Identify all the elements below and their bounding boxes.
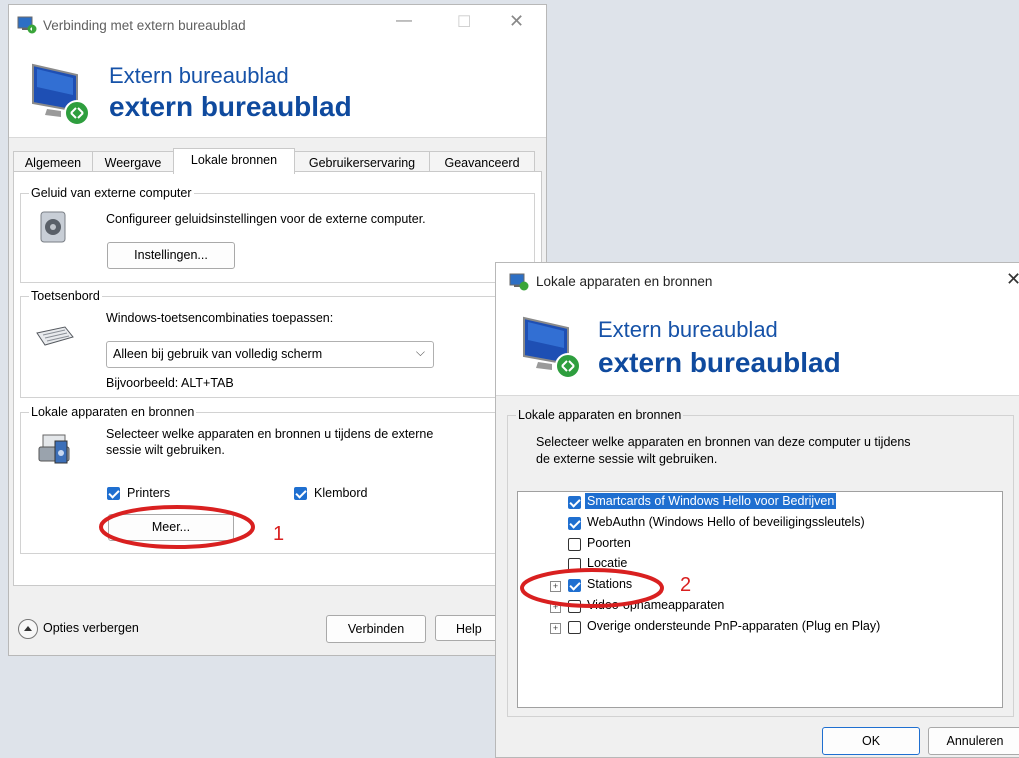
- banner-title: Extern bureaublad: [109, 63, 289, 88]
- chevron-up-icon[interactable]: [18, 619, 38, 639]
- audio-group-label: Geluid van externe computer: [29, 186, 194, 200]
- close-button[interactable]: ✕: [509, 11, 524, 32]
- speaker-icon: [37, 210, 71, 249]
- dialog-description-1: Selecteer welke apparaten en bronnen van…: [536, 435, 911, 449]
- tree-item-webauthn[interactable]: WebAuthn (Windows Hello of beveiligingss…: [587, 515, 865, 529]
- annotation-number-1: 1: [273, 523, 285, 545]
- connect-button[interactable]: Verbinden: [326, 615, 426, 643]
- chevron-down-icon: ⌵: [415, 345, 425, 359]
- keyboard-example: Bijvoorbeeld: ALT+TAB: [106, 376, 234, 390]
- banner-subtitle: extern bureaublad: [109, 91, 352, 122]
- dialog-description-2: de externe sessie wilt gebruiken.: [536, 452, 718, 466]
- local-devices-dialog: Lokale apparaten en bronnen ✕ Extern bur…: [495, 262, 1019, 758]
- dialog-title: Lokale apparaten en bronnen: [536, 274, 713, 289]
- maximize-button[interactable]: ☐: [457, 12, 471, 32]
- tree-item-smartcards[interactable]: Smartcards of Windows Hello voor Bedrijv…: [585, 493, 837, 509]
- rdp-app-icon: [509, 273, 529, 294]
- tree-checkbox-pnp[interactable]: [568, 621, 581, 634]
- dialog-banner: Extern bureaublad extern bureaublad: [496, 300, 1019, 396]
- monitor-icon: [27, 57, 97, 130]
- annotation-number-2: 2: [680, 574, 692, 596]
- keyboard-combo-dropdown[interactable]: Alleen bij gebruik van volledig scherm ⌵: [106, 341, 434, 368]
- cancel-button[interactable]: Annuleren: [928, 727, 1019, 755]
- title-bar: Verbinding met extern bureaublad — ☐ ✕: [9, 5, 546, 45]
- audio-settings-button[interactable]: Instellingen...: [107, 242, 235, 269]
- rdp-main-window: Verbinding met extern bureaublad — ☐ ✕ E…: [8, 4, 547, 656]
- tree-item-poorten[interactable]: Poorten: [587, 536, 631, 550]
- local-devices-description-1: Selecteer welke apparaten en bronnen u t…: [106, 427, 434, 441]
- tree-checkbox-smartcards[interactable]: [568, 496, 581, 509]
- keyboard-icon: [35, 325, 75, 350]
- tab-lokale-bronnen[interactable]: Lokale bronnen: [173, 148, 295, 174]
- dialog-group-label: Lokale apparaten en bronnen: [516, 408, 684, 422]
- expand-pnp-icon[interactable]: +: [550, 623, 561, 634]
- monitor-icon: [518, 310, 588, 385]
- devices-icon: [35, 431, 75, 470]
- audio-group: Geluid van externe computer Configureer …: [20, 186, 535, 283]
- tree-item-pnp[interactable]: Overige ondersteunde PnP-apparaten (Plug…: [587, 619, 880, 633]
- dropdown-value: Alleen bij gebruik van volledig scherm: [113, 347, 323, 361]
- printers-label: Printers: [127, 486, 171, 500]
- tree-checkbox-poorten[interactable]: [568, 538, 581, 551]
- keyboard-description: Windows-toetsencombinaties toepassen:: [106, 311, 334, 325]
- annotation-ellipse-1: [99, 505, 255, 549]
- clipboard-label: Klembord: [314, 486, 368, 500]
- keyboard-group: Toetsenbord Windows-toetsencombinaties t…: [20, 289, 535, 398]
- keyboard-group-label: Toetsenbord: [29, 289, 102, 303]
- local-devices-group-label: Lokale apparaten en bronnen: [29, 405, 197, 419]
- minimize-button[interactable]: —: [396, 12, 412, 30]
- dialog-banner-title: Extern bureaublad: [598, 317, 778, 342]
- printers-checkbox[interactable]: [107, 487, 120, 500]
- rdp-app-icon: [17, 16, 37, 37]
- dialog-banner-subtitle: extern bureaublad: [598, 347, 841, 378]
- audio-description: Configureer geluidsinstellingen voor de …: [106, 212, 426, 226]
- banner: Extern bureaublad extern bureaublad: [9, 45, 546, 138]
- options-toggle[interactable]: Opties verbergen: [43, 621, 139, 635]
- local-devices-description-2: sessie wilt gebruiken.: [106, 443, 225, 457]
- dialog-close-button[interactable]: ✕: [1006, 269, 1019, 290]
- dialog-title-bar: Lokale apparaten en bronnen ✕: [496, 263, 1019, 300]
- ok-button[interactable]: OK: [822, 727, 920, 755]
- tree-checkbox-webauthn[interactable]: [568, 517, 581, 530]
- annotation-ellipse-2: [520, 568, 664, 608]
- clipboard-checkbox[interactable]: [294, 487, 307, 500]
- window-title: Verbinding met extern bureaublad: [43, 18, 246, 33]
